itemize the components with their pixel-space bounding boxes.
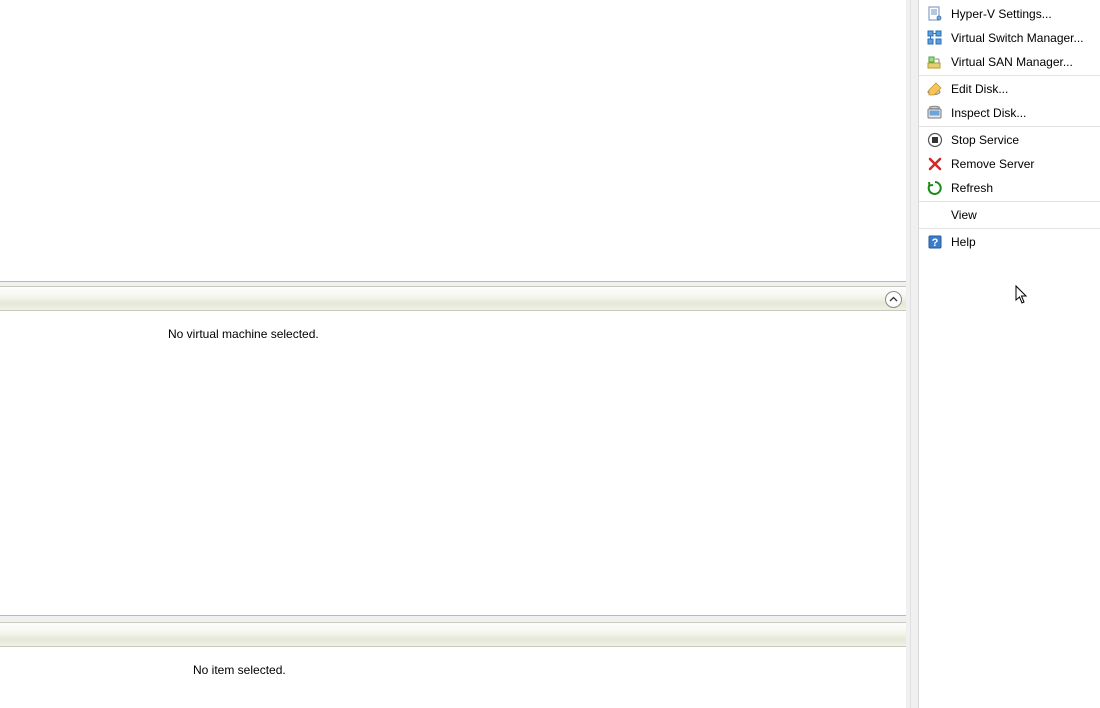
action-label: Refresh	[951, 181, 993, 195]
no-vm-selected-text: No virtual machine selected.	[0, 311, 906, 341]
action-label: Virtual Switch Manager...	[951, 31, 1084, 45]
action-help[interactable]: ? Help	[919, 230, 1100, 254]
action-label: Remove Server	[951, 157, 1034, 171]
main-content-area: No virtual machine selected. No item sel…	[0, 0, 906, 708]
vm-details-pane: No virtual machine selected.	[0, 286, 906, 616]
action-label: Stop Service	[951, 133, 1019, 147]
refresh-icon	[925, 180, 945, 196]
action-stop-service[interactable]: Stop Service	[919, 128, 1100, 152]
action-remove-server[interactable]: Remove Server	[919, 152, 1100, 176]
splitter-vertical[interactable]	[906, 0, 919, 708]
action-virtual-switch-manager[interactable]: Virtual Switch Manager...	[919, 26, 1100, 50]
svg-text:?: ?	[932, 237, 939, 249]
settings-page-icon	[925, 6, 945, 22]
switch-manager-icon	[925, 30, 945, 46]
inspect-disk-icon	[925, 105, 945, 121]
chevron-up-icon	[889, 295, 898, 304]
actions-pane: Hyper-V Settings... Virtual Switch Manag…	[919, 0, 1100, 708]
separator	[919, 75, 1100, 76]
action-edit-disk[interactable]: Edit Disk...	[919, 77, 1100, 101]
checkpoints-body: No item selected.	[0, 647, 906, 708]
stop-icon	[925, 132, 945, 148]
edit-disk-icon	[925, 81, 945, 97]
close-x-icon	[925, 156, 945, 172]
action-label: Inspect Disk...	[951, 106, 1026, 120]
help-icon: ?	[925, 234, 945, 250]
separator	[919, 201, 1100, 202]
blank-icon	[925, 207, 945, 223]
action-label: Help	[951, 235, 976, 249]
action-label: View	[951, 208, 977, 222]
san-manager-icon	[925, 54, 945, 70]
no-item-selected-text: No item selected.	[0, 647, 906, 677]
action-inspect-disk[interactable]: Inspect Disk...	[919, 101, 1100, 125]
action-virtual-san-manager[interactable]: Virtual SAN Manager...	[919, 50, 1100, 74]
action-label: Virtual SAN Manager...	[951, 55, 1073, 69]
separator	[919, 126, 1100, 127]
action-hyperv-settings[interactable]: Hyper-V Settings...	[919, 2, 1100, 26]
action-view[interactable]: View	[919, 203, 1100, 227]
vm-list-pane	[0, 0, 906, 282]
separator	[919, 228, 1100, 229]
action-label: Hyper-V Settings...	[951, 7, 1052, 21]
collapse-button[interactable]	[885, 291, 902, 308]
vm-details-header	[0, 286, 906, 311]
vm-details-body: No virtual machine selected.	[0, 311, 906, 615]
checkpoints-header	[0, 622, 906, 647]
action-refresh[interactable]: Refresh	[919, 176, 1100, 200]
checkpoints-pane: No item selected.	[0, 622, 906, 708]
action-label: Edit Disk...	[951, 82, 1008, 96]
